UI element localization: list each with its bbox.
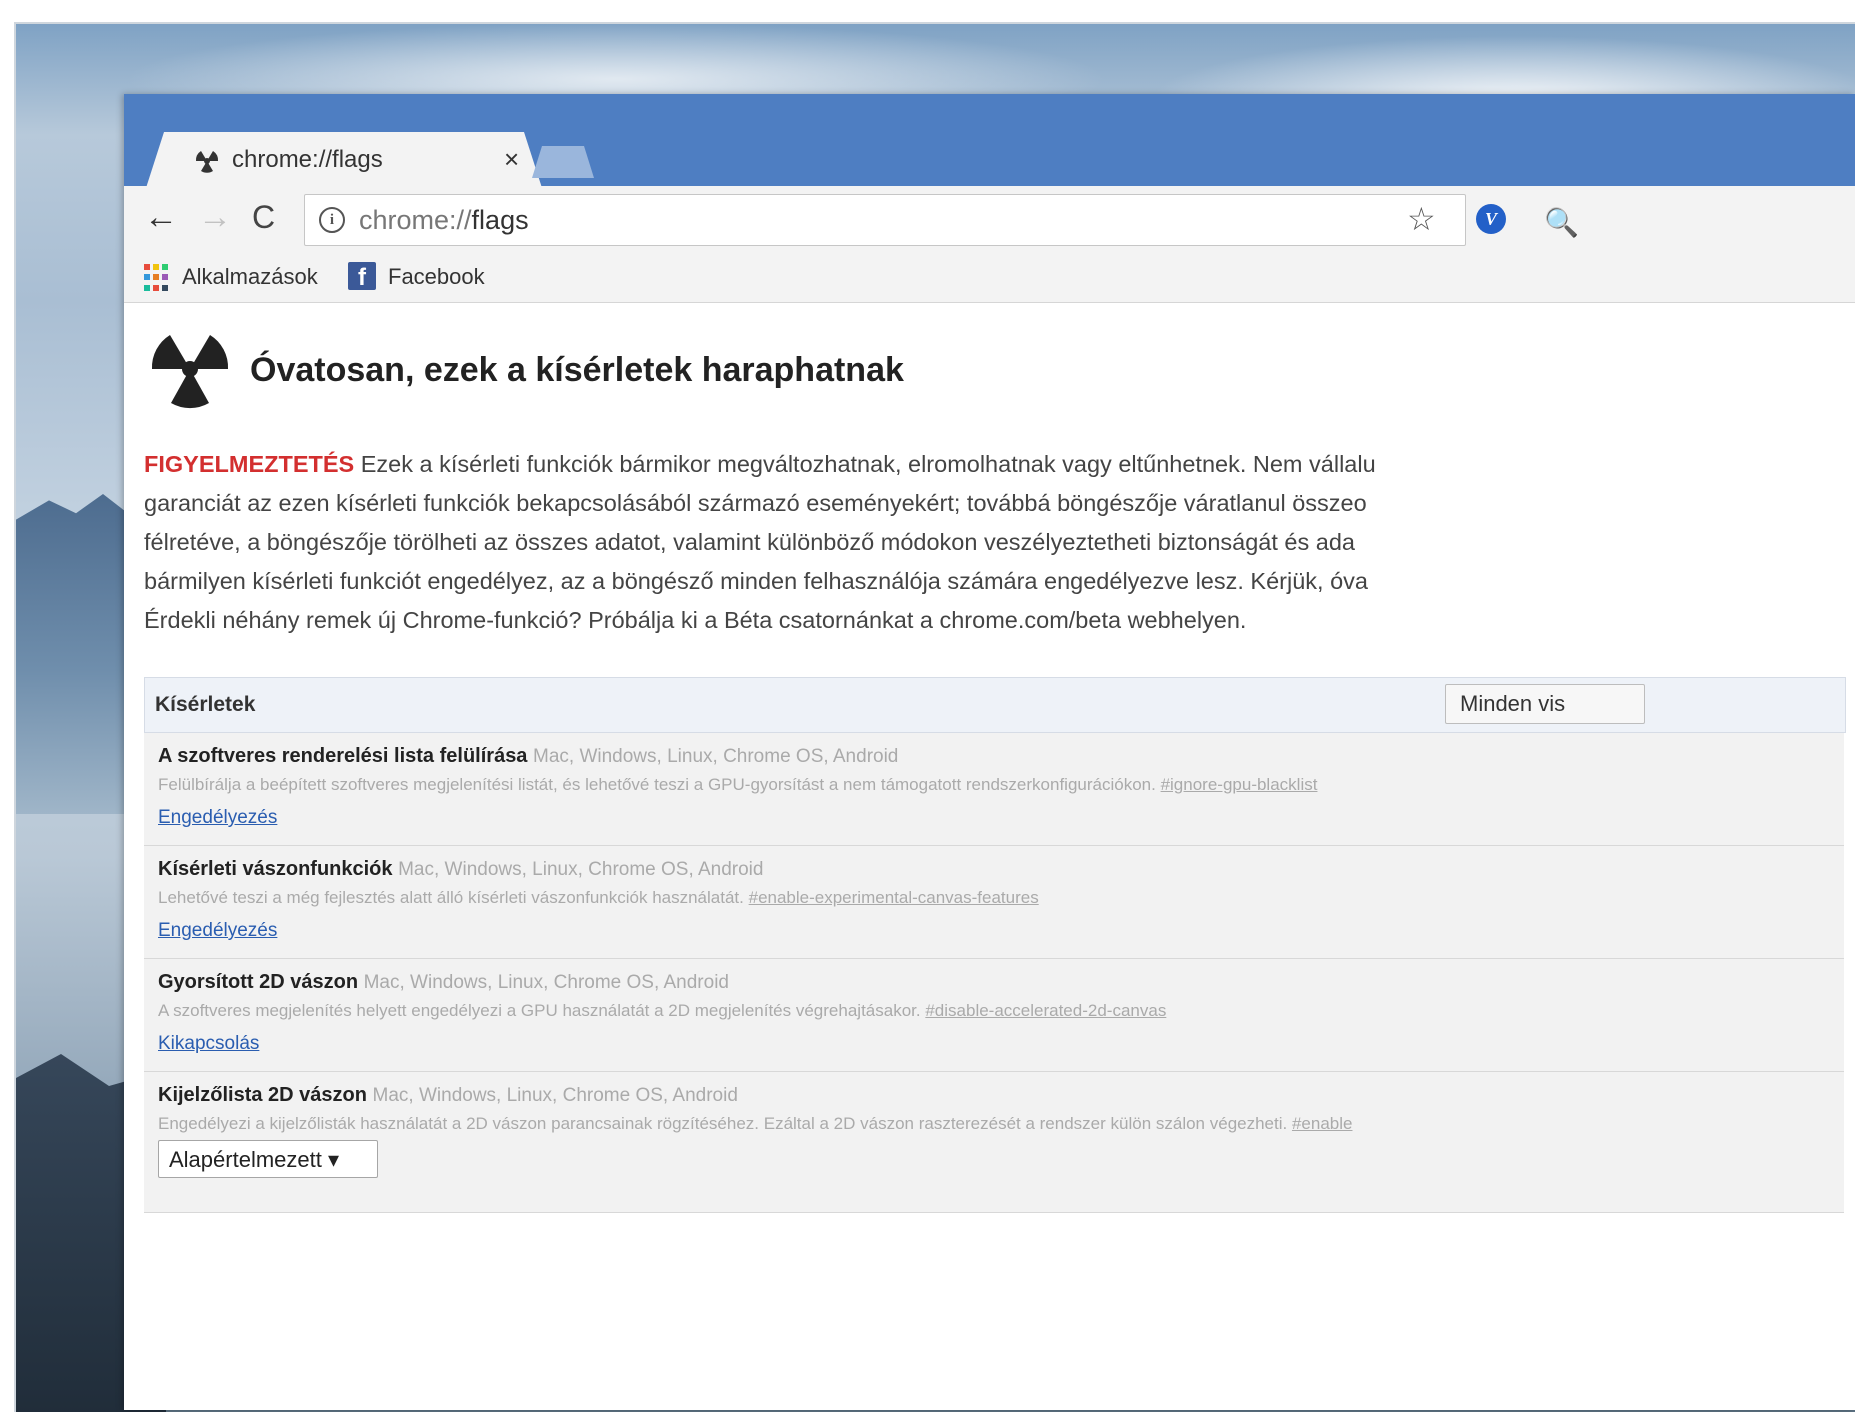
tab-title: chrome://flags [232, 146, 383, 173]
toolbar: ← → C i chrome://flags [124, 186, 1855, 254]
experiment-description: Engedélyezi a kijelzőlisták használatát … [158, 1114, 1353, 1133]
experiment-hash-link[interactable]: #disable-accelerated-2d-canvas [925, 1001, 1166, 1020]
experiment-hash-link[interactable]: #enable-experimental-canvas-features [749, 888, 1039, 907]
title-bar: chrome://flags × [124, 94, 1855, 188]
browser-window: chrome://flags × ← → C i chrome://flags … [124, 94, 1855, 1410]
experiments-header: Kísérletek Minden vis [144, 677, 1846, 733]
experiment-name: A szoftveres renderelési lista felülírás… [158, 745, 899, 767]
bookmark-apps[interactable]: Alkalmazások [182, 264, 318, 290]
radiation-icon [195, 151, 219, 173]
apps-grid-icon[interactable] [144, 264, 172, 292]
flags-page: Óvatosan, ezek a kísérletek haraphatnak … [124, 303, 1855, 1410]
warning-label: FIGYELMEZTETÉS [144, 451, 355, 477]
enable-link[interactable]: Engedélyezés [158, 807, 277, 829]
tab-flags[interactable]: chrome://flags × [146, 132, 542, 188]
warning-line: bármilyen kísérleti funkciót engedélyez,… [144, 568, 1368, 594]
bookmark-star-icon[interactable]: ☆ [1407, 200, 1436, 238]
default-select[interactable]: Alapértelmezett ▾ [158, 1140, 378, 1178]
radiation-icon [151, 335, 229, 409]
experiment-name: Gyorsított 2D vászon Mac, Windows, Linux… [158, 971, 729, 993]
experiment-hash-link[interactable]: #enable [1292, 1114, 1353, 1133]
experiment-description: A szoftveres megjelenítés helyett engedé… [158, 1001, 1167, 1020]
experiment-platforms: Mac, Windows, Linux, Chrome OS, Android [398, 859, 764, 880]
experiment-item: Gyorsított 2D vászon Mac, Windows, Linux… [144, 959, 1844, 1072]
close-tab-icon[interactable]: × [504, 144, 519, 175]
forward-arrow-icon[interactable]: → [198, 200, 232, 234]
warning-line: Ezek a kísérleti funkciók bármikor megvá… [354, 451, 1376, 477]
info-icon[interactable]: i [319, 207, 345, 233]
experiment-item: Kijelzőlista 2D vászon Mac, Windows, Lin… [144, 1072, 1844, 1213]
experiment-name: Kijelzőlista 2D vászon Mac, Windows, Lin… [158, 1084, 738, 1106]
experiment-item: Kísérleti vászonfunkciók Mac, Windows, L… [144, 846, 1844, 959]
warning-line: Érdekli néhány remek új Chrome-funkció? … [144, 607, 1247, 633]
new-tab-button[interactable] [532, 146, 594, 178]
experiments-title: Kísérletek [155, 693, 256, 716]
experiment-platforms: Mac, Windows, Linux, Chrome OS, Android [533, 746, 899, 767]
experiment-description: Felülbírálja a beépített szoftveres megj… [158, 775, 1318, 794]
experiment-platforms: Mac, Windows, Linux, Chrome OS, Android [372, 1085, 738, 1106]
experiment-name: Kísérleti vászonfunkciók Mac, Windows, L… [158, 858, 764, 880]
reset-all-button[interactable]: Minden vis [1445, 684, 1645, 724]
page-title: Óvatosan, ezek a kísérletek haraphatnak [250, 351, 904, 389]
reload-icon[interactable]: C [252, 200, 275, 234]
experiment-platforms: Mac, Windows, Linux, Chrome OS, Android [363, 972, 729, 993]
back-arrow-icon[interactable]: ← [144, 200, 178, 234]
facebook-icon[interactable]: f [348, 262, 376, 291]
enable-link[interactable]: Engedélyezés [158, 920, 277, 942]
warning-text: FIGYELMEZTETÉS Ezek a kísérleti funkciók… [144, 445, 1844, 640]
experiment-hash-link[interactable]: #ignore-gpu-blacklist [1161, 775, 1318, 794]
address-bar[interactable]: i chrome://flags [304, 194, 1466, 246]
bookmarks-bar: Alkalmazások f Facebook [124, 254, 1855, 303]
bookmark-facebook[interactable]: Facebook [388, 264, 485, 290]
warning-line: félretéve, a böngészője törölheti az öss… [144, 529, 1355, 555]
experiment-item: A szoftveres renderelési lista felülírás… [144, 733, 1844, 846]
extension-icon[interactable]: V [1476, 204, 1506, 234]
warning-line: garanciát az ezen kísérleti funkciók bek… [144, 490, 1367, 516]
experiment-description: Lehetővé teszi a még fejlesztés alatt ál… [158, 888, 1039, 907]
url-text: chrome://flags [359, 205, 529, 235]
disable-link[interactable]: Kikapcsolás [158, 1033, 259, 1055]
extension-search-icon[interactable]: 🔍 [1544, 206, 1579, 239]
